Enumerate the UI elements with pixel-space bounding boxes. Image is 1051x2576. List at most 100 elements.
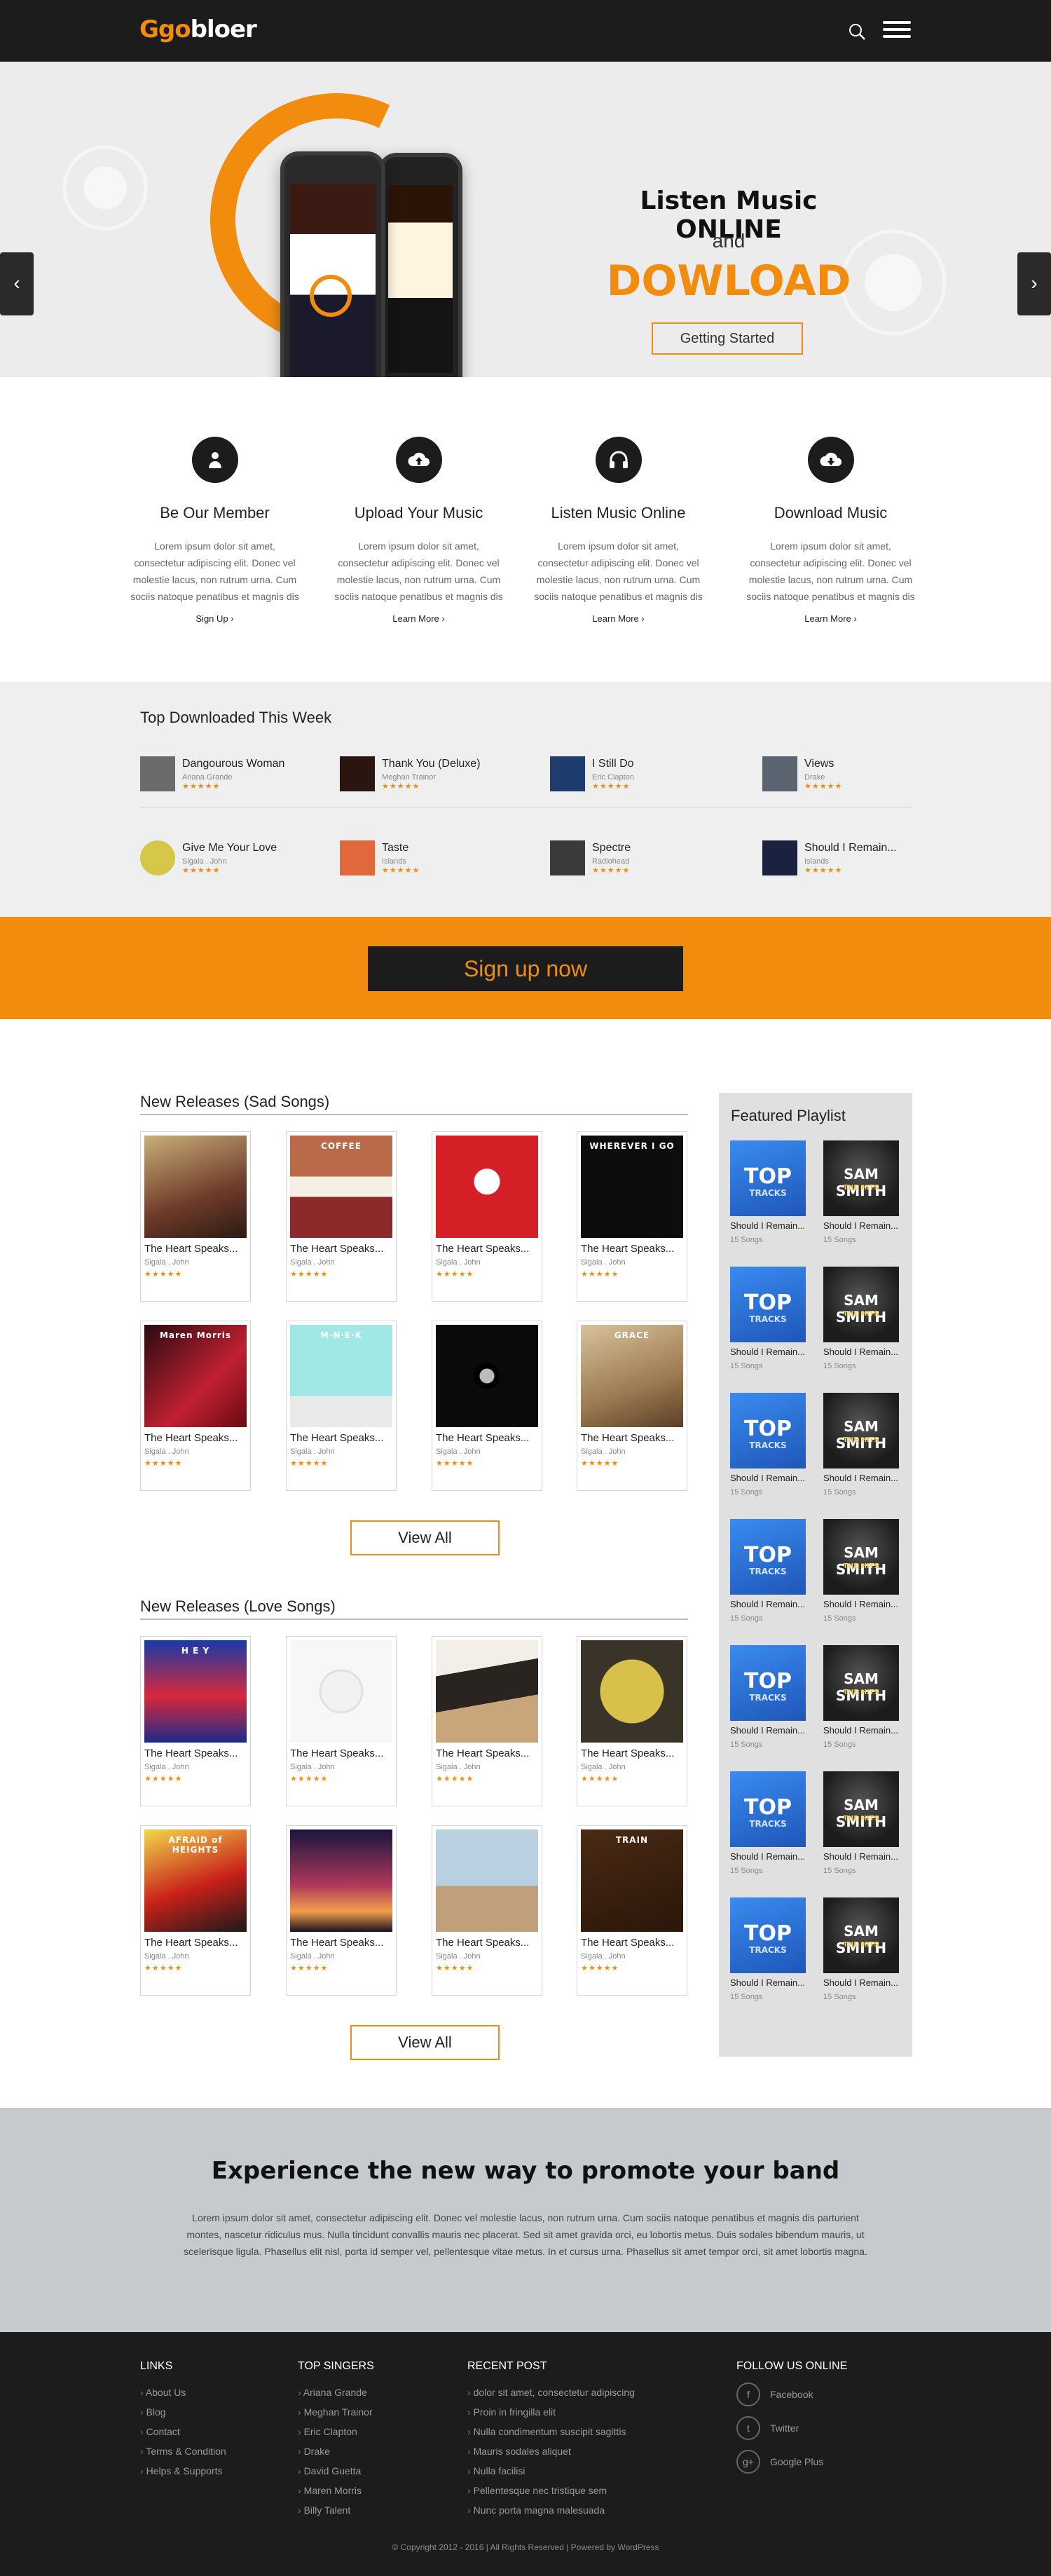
track-name: Give Me Your Love [182, 842, 277, 854]
footer-link[interactable]: Helps & Supports [140, 2461, 226, 2481]
top-download-item[interactable]: Should I Remain... Islands ★★★★★ [762, 840, 937, 875]
social-link-twitter[interactable]: t Twitter [736, 2416, 847, 2440]
view-all-love-button[interactable]: View All [350, 2025, 500, 2060]
search-icon[interactable] [848, 22, 866, 41]
learn-more-link[interactable]: Learn More › [592, 613, 644, 624]
rating-stars: ★★★★★ [592, 782, 631, 791]
album-card[interactable]: The Heart Speaks... Sigala . John ★★★★★ [140, 1131, 251, 1302]
playlist-item[interactable]: TOP TRACKS Should I Remain... 15 Songs [730, 1140, 806, 1253]
playlist-cover-subtitle: TRACKS [749, 1945, 787, 1955]
view-all-sad-button[interactable]: View All [350, 1520, 500, 1555]
footer-singer-link[interactable]: Maren Morris [298, 2481, 374, 2500]
sign-up-link[interactable]: Sign Up › [195, 613, 233, 624]
album-card[interactable]: GRACE The Heart Speaks... Sigala . John ★★★… [577, 1321, 687, 1491]
top-download-item[interactable]: Spectre Radiohead ★★★★★ [550, 840, 725, 875]
playlist-item[interactable]: SAM SMITH THE HITS Should I Remain... 15 So… [823, 1267, 899, 1379]
footer-singer-link[interactable]: Meghan Trainor [298, 2402, 374, 2422]
album-card[interactable]: COFFEE The Heart Speaks... Sigala . John ★★… [286, 1131, 397, 1302]
footer-post-link[interactable]: Nunc porta magna malesuada [467, 2500, 635, 2520]
footer-singer-link[interactable]: Eric Clapton [298, 2422, 374, 2441]
sign-up-now-button[interactable]: Sign up now [368, 946, 683, 991]
track-name: Thank You (Deluxe) [382, 758, 481, 770]
section-divider [140, 1618, 688, 1620]
footer-singer-link[interactable]: David Guetta [298, 2461, 374, 2481]
rating-stars: ★★★★★ [436, 1775, 474, 1783]
album-card[interactable]: The Heart Speaks... Sigala . John ★★★★★ [432, 1825, 542, 1996]
playlist-item[interactable]: SAM SMITH THE HITS Should I Remain... 15 So… [823, 1897, 899, 2010]
footer-link[interactable]: Blog [140, 2402, 226, 2422]
playlist-cover-title: SAM SMITH [835, 1797, 887, 1830]
footer-singer-link[interactable]: Ariana Grande [298, 2383, 374, 2402]
playlist-item[interactable]: SAM SMITH THE HITS Should I Remain... 15 So… [823, 1393, 899, 1505]
album-card[interactable]: The Heart Speaks... Sigala . John ★★★★★ [286, 1636, 397, 1806]
album-card[interactable]: The Heart Speaks... Sigala . John ★★★★★ [432, 1131, 542, 1302]
playlist-item[interactable]: SAM SMITH THE HITS Should I Remain... 15 So… [823, 1771, 899, 1883]
social-link-google-plus[interactable]: g+ Google Plus [736, 2450, 847, 2474]
playlist-song-count: 15 Songs [823, 1236, 856, 1244]
footer-link[interactable]: Terms & Condition [140, 2441, 226, 2461]
social-link-facebook[interactable]: f Facebook [736, 2383, 847, 2406]
album-card[interactable]: WHEREVER I GO The Heart Speaks... Sigala .… [577, 1131, 687, 1302]
album-card[interactable]: The Heart Speaks... Sigala . John ★★★★★ [286, 1825, 397, 1996]
hamburger-menu-icon[interactable] [883, 21, 911, 41]
top-download-item[interactable]: I Still Do Eric Clapton ★★★★★ [550, 756, 725, 791]
footer-link[interactable]: About Us [140, 2383, 226, 2402]
feature-title: Be Our Member [160, 504, 270, 522]
album-card[interactable]: The Heart Speaks... Sigala . John ★★★★★ [577, 1636, 687, 1806]
top-download-item[interactable]: Thank You (Deluxe) Meghan Trainor ★★★★★ [340, 756, 515, 791]
playlist-cover-subtitle: THE HITS [843, 1941, 879, 1949]
playlist-item[interactable]: SAM SMITH THE HITS Should I Remain... 15 So… [823, 1645, 899, 1757]
album-card[interactable]: AFRAID of HEIGHTS The Heart Speaks... Siga… [140, 1825, 251, 1996]
album-thumbnail [340, 840, 375, 875]
footer-post-link[interactable]: dolor sit amet, consectetur adipiscing [467, 2383, 635, 2402]
album-card[interactable]: The Heart Speaks... Sigala . John ★★★★★ [432, 1636, 542, 1806]
footer-post-link[interactable]: Nulla facilisi [467, 2461, 635, 2481]
top-download-item[interactable]: Dangourous Woman Ariana Grande ★★★★★ [140, 756, 315, 791]
album-cover: AFRAID of HEIGHTS [144, 1829, 247, 1932]
footer-post-link[interactable]: Mauris sodales aliquet [467, 2441, 635, 2461]
footer-singer-link[interactable]: Drake [298, 2441, 374, 2461]
footer-link[interactable]: Contact [140, 2422, 226, 2441]
site-logo[interactable]: Ggobloer [139, 15, 257, 43]
love-songs-title: New Releases (Love Songs) [140, 1597, 336, 1615]
top-download-item[interactable]: Taste Islands ★★★★★ [340, 840, 515, 875]
playlist-cover-title: TOP [744, 1795, 792, 1820]
playlist-item[interactable]: TOP TRACKS Should I Remain... 15 Songs [730, 1519, 806, 1631]
album-card[interactable]: Maren Morris The Heart Speaks... Sigala . … [140, 1321, 251, 1491]
footer-singer-link[interactable]: Billy Talent [298, 2500, 374, 2520]
playlist-song-count: 15 Songs [823, 1488, 856, 1497]
album-artist: Sigala . John [144, 1952, 189, 1961]
album-artist: Sigala . John [581, 1763, 626, 1771]
top-download-item[interactable]: Views Drake ★★★★★ [762, 756, 937, 791]
learn-more-link[interactable]: Learn More › [804, 613, 856, 624]
promo-text: Lorem ipsum dolor sit amet, consectetur … [184, 2212, 867, 2257]
album-title: The Heart Speaks... [581, 1243, 675, 1255]
playlist-item[interactable]: SAM SMITH THE HITS Should I Remain... 15 So… [823, 1140, 899, 1253]
album-card[interactable]: M·N·E·K The Heart Speaks... Sigala . John ★… [286, 1321, 397, 1491]
playlist-song-count: 15 Songs [823, 1867, 856, 1875]
playlist-item[interactable]: TOP TRACKS Should I Remain... 15 Songs [730, 1771, 806, 1883]
rating-stars: ★★★★★ [382, 782, 420, 791]
playlist-cover-title: SAM SMITH [835, 1544, 887, 1578]
playlist-title: Should I Remain... [730, 1977, 805, 1988]
album-card[interactable]: H E Y The Heart Speaks... Sigala . John ★★★… [140, 1636, 251, 1806]
footer-post-link[interactable]: Nulla condimentum suscipit sagittis [467, 2422, 635, 2441]
playlist-item[interactable]: TOP TRACKS Should I Remain... 15 Songs [730, 1645, 806, 1757]
getting-started-button[interactable]: Getting Started [652, 322, 803, 355]
playlist-item[interactable]: SAM SMITH THE HITS Should I Remain... 15 So… [823, 1519, 899, 1631]
playlist-item[interactable]: TOP TRACKS Should I Remain... 15 Songs [730, 1393, 806, 1505]
playlist-item[interactable]: TOP TRACKS Should I Remain... 15 Songs [730, 1267, 806, 1379]
footer-post-link[interactable]: Pellentesque nec tristique sem [467, 2481, 635, 2500]
rating-stars: ★★★★★ [382, 866, 420, 875]
playlist-cover-subtitle: THE HITS [843, 1689, 879, 1696]
footer-column-title: FOLLOW US ONLINE [736, 2360, 848, 2372]
slider-prev-button[interactable]: ‹ [0, 252, 34, 315]
slider-next-button[interactable]: › [1017, 252, 1051, 315]
learn-more-link[interactable]: Learn More › [392, 613, 444, 624]
top-download-item[interactable]: Give Me Your Love Sigala . John ★★★★★ [140, 840, 315, 875]
playlist-item[interactable]: TOP TRACKS Should I Remain... 15 Songs [730, 1897, 806, 2010]
album-card[interactable]: The Heart Speaks... Sigala . John ★★★★★ [432, 1321, 542, 1491]
album-card[interactable]: TRAIN The Heart Speaks... Sigala . John ★★★… [577, 1825, 687, 1996]
footer-post-link[interactable]: Proin in fringilla elit [467, 2402, 635, 2422]
artist-name: Eric Clapton [592, 773, 634, 782]
